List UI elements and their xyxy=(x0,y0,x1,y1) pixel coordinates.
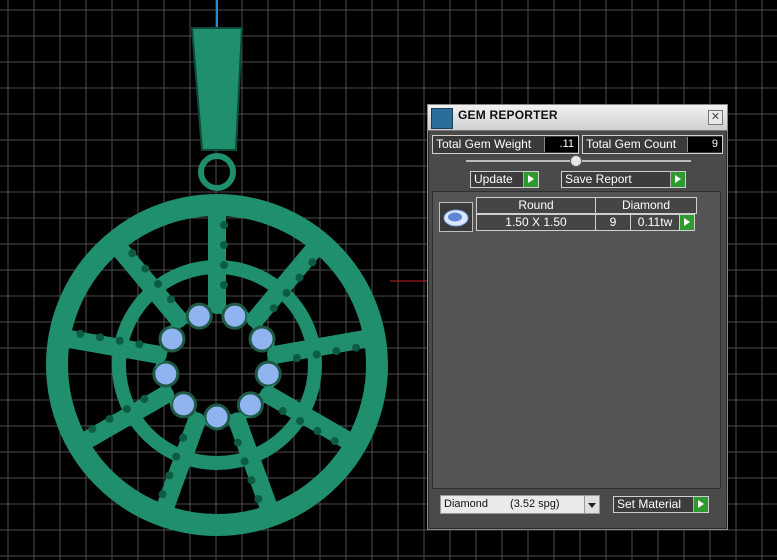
save-report-label: Save Report xyxy=(565,172,632,186)
close-icon[interactable]: ✕ xyxy=(708,110,723,125)
total-gem-count-field: Total Gem Count 9 xyxy=(582,135,723,154)
bead xyxy=(247,476,256,485)
header-shape: Round xyxy=(476,197,596,214)
bead xyxy=(154,279,163,288)
bead xyxy=(282,288,291,297)
bead xyxy=(220,241,228,249)
gem-stone xyxy=(221,302,249,330)
panel-title: GEM REPORTER xyxy=(458,108,558,122)
material-select-value: Diamond (3.52 spg) xyxy=(444,498,560,510)
total-gem-weight-value: .11 xyxy=(544,137,578,152)
bead xyxy=(122,404,131,413)
bail xyxy=(190,27,244,151)
bead xyxy=(220,281,228,289)
gem-thumbnail-icon[interactable] xyxy=(439,202,473,232)
total-gem-count-label: Total Gem Count xyxy=(586,137,677,151)
bead xyxy=(96,333,105,342)
bead xyxy=(179,433,188,442)
gem-list: Round Diamond 1.50 X 1.50 9 0.11tw xyxy=(432,191,721,489)
set-material-label: Set Material xyxy=(617,497,682,511)
bead xyxy=(88,424,97,433)
bead xyxy=(220,261,228,269)
gem-size: 1.50 X 1.50 xyxy=(476,214,596,231)
bead xyxy=(128,249,137,258)
gem-weight: 0.11tw xyxy=(630,214,680,231)
gem-count: 9 xyxy=(595,214,631,231)
spoke xyxy=(267,329,374,364)
bead xyxy=(115,336,124,345)
bead xyxy=(313,427,322,436)
bead xyxy=(166,295,175,304)
play-icon xyxy=(680,215,694,230)
bead xyxy=(76,329,85,338)
gem-reporter-app-icon xyxy=(431,108,453,129)
bead xyxy=(240,457,249,466)
gem-stone xyxy=(158,325,186,353)
play-icon xyxy=(670,172,685,187)
update-label: Update xyxy=(474,172,513,186)
save-report-button[interactable]: Save Report xyxy=(561,171,686,188)
bead xyxy=(135,340,144,349)
bead xyxy=(105,414,114,423)
jump-ring xyxy=(198,153,236,191)
header-material: Diamond xyxy=(595,197,697,214)
bead xyxy=(220,221,228,229)
panel-titlebar[interactable]: GEM REPORTER ✕ xyxy=(428,105,727,131)
bead xyxy=(158,490,167,499)
bead xyxy=(295,273,304,282)
bead xyxy=(233,438,242,447)
gem-stone xyxy=(248,325,276,353)
gem-stone xyxy=(254,360,282,388)
total-gem-weight-label: Total Gem Weight xyxy=(436,137,532,151)
spoke xyxy=(60,329,167,364)
gem-stone xyxy=(185,302,213,330)
play-icon xyxy=(693,497,708,512)
bead xyxy=(269,304,278,313)
total-gem-weight-field: Total Gem Weight .11 xyxy=(432,135,579,154)
bead xyxy=(254,494,263,503)
gem-stone xyxy=(236,391,264,419)
bead xyxy=(172,452,181,461)
bead xyxy=(293,354,302,363)
material-select[interactable]: Diamond (3.52 spg) xyxy=(440,495,600,514)
bead xyxy=(332,347,341,356)
bead xyxy=(308,258,317,267)
play-icon xyxy=(523,172,538,187)
slider-thumb[interactable] xyxy=(570,155,582,167)
pendant-model[interactable] xyxy=(46,27,388,536)
bead xyxy=(165,471,174,480)
bead xyxy=(141,264,150,273)
bead xyxy=(352,343,361,352)
row-play-button[interactable] xyxy=(679,214,695,231)
set-material-button[interactable]: Set Material xyxy=(613,496,709,513)
update-button[interactable]: Update xyxy=(470,171,539,188)
bead xyxy=(278,407,287,416)
gem-stone xyxy=(170,391,198,419)
bead xyxy=(296,417,305,426)
dropdown-arrow-icon xyxy=(584,496,599,513)
total-gem-count-value: 9 xyxy=(687,137,722,152)
bead xyxy=(330,437,339,446)
bead xyxy=(312,350,321,359)
bead xyxy=(140,394,149,403)
gem-reporter-panel: GEM REPORTER ✕ Total Gem Weight .11 Tota… xyxy=(427,104,728,530)
